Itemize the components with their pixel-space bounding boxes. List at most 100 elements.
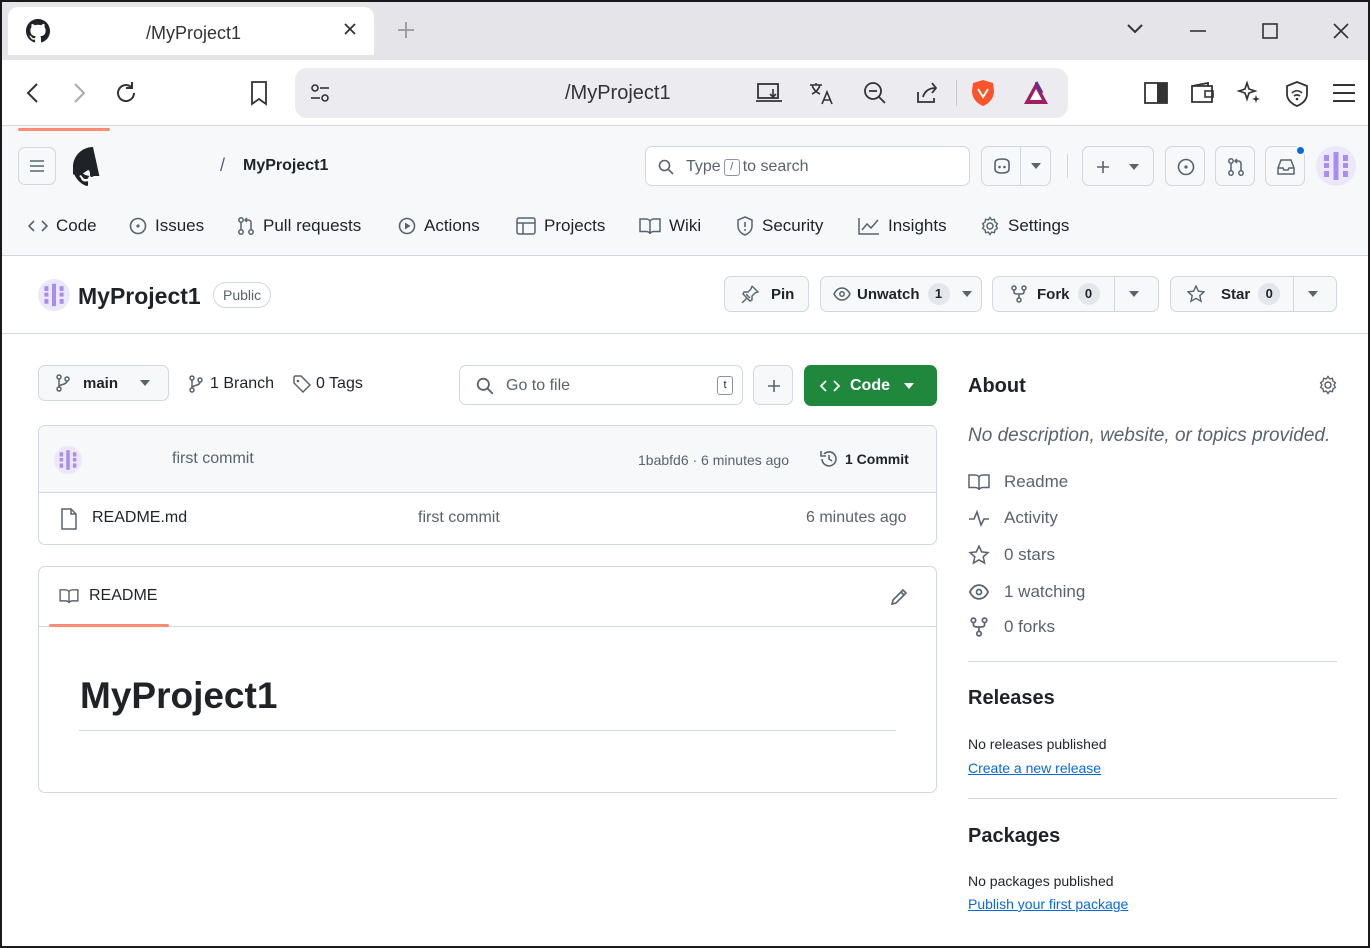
tab-projects[interactable]: Projects: [516, 216, 605, 236]
github-header: / MyProject1 Type / to search Code Issue…: [2, 126, 1368, 256]
fork-icon: [970, 617, 988, 637]
releases-heading[interactable]: Releases: [968, 687, 1055, 710]
copilot-button[interactable]: [981, 146, 1051, 186]
chevron-down-icon[interactable]: [1126, 22, 1144, 36]
issues-button[interactable]: [1165, 146, 1205, 186]
file-commit-message[interactable]: first commit: [418, 509, 500, 527]
about-stars-link[interactable]: 0 stars: [968, 545, 1055, 565]
install-app-icon[interactable]: [755, 81, 783, 105]
readme-tab-label: README: [89, 587, 158, 604]
issue-icon: [1177, 158, 1195, 176]
pull-request-icon: [238, 217, 254, 235]
about-readme-link[interactable]: Readme: [968, 472, 1068, 492]
breadcrumb-repo-link[interactable]: MyProject1: [243, 157, 328, 175]
tab-actions[interactable]: Actions: [398, 216, 480, 236]
about-forks-link[interactable]: 0 forks: [968, 617, 1055, 637]
tag-icon: [293, 375, 311, 393]
code-icon: [820, 379, 840, 392]
packages-heading[interactable]: Packages: [968, 825, 1060, 848]
menu-icon[interactable]: [1331, 82, 1357, 104]
fork-button[interactable]: Fork 0: [992, 276, 1159, 312]
copilot-divider: [1020, 147, 1021, 185]
tab-issues[interactable]: Issues: [129, 216, 204, 236]
close-tab-icon[interactable]: [342, 21, 358, 37]
code-dropdown-button[interactable]: Code: [804, 365, 937, 406]
pull-requests-button[interactable]: [1215, 146, 1255, 186]
star-divider: [1293, 277, 1295, 311]
identicon-icon: [44, 283, 64, 307]
create-new-button[interactable]: [1082, 146, 1154, 186]
unwatch-button[interactable]: Unwatch 1: [820, 276, 982, 312]
go-to-file-input[interactable]: Go to file t: [459, 365, 743, 405]
tab-code[interactable]: Code: [28, 216, 97, 236]
publish-package-link[interactable]: Publish your first package: [968, 896, 1128, 912]
tags-link[interactable]: 0 Tags: [293, 375, 363, 393]
star-button[interactable]: Star 0: [1170, 276, 1337, 312]
address-bar[interactable]: /MyProject1: [295, 68, 1068, 118]
repo-owner-avatar[interactable]: [38, 279, 70, 311]
new-tab-icon[interactable]: [396, 20, 416, 40]
gear-icon[interactable]: [1318, 375, 1338, 395]
tab-insights[interactable]: Insights: [858, 216, 947, 236]
sidebar-toggle-icon[interactable]: [1143, 81, 1169, 105]
maximize-icon[interactable]: [1261, 22, 1279, 40]
browser-tab[interactable]: /MyProject1: [8, 7, 374, 55]
latest-commit-row: first commit 1babfd6 · 6 minutes ago 1 C…: [39, 426, 936, 493]
edit-pencil-icon[interactable]: [889, 587, 909, 607]
leo-ai-icon[interactable]: [1236, 80, 1262, 106]
close-window-icon[interactable]: [1332, 22, 1350, 40]
brave-rewards-icon[interactable]: [1022, 80, 1050, 106]
table-row[interactable]: README.md first commit 6 minutes ago: [39, 493, 936, 544]
committer-avatar[interactable]: [54, 446, 82, 474]
readme-tab[interactable]: README: [59, 587, 157, 605]
open-global-nav-button[interactable]: [18, 147, 56, 185]
plus-icon: [768, 380, 780, 392]
site-settings-icon[interactable]: [309, 82, 331, 104]
branch-select-button[interactable]: main: [38, 365, 169, 401]
github-favicon-icon: [26, 19, 50, 43]
tab-strip: /MyProject1: [2, 2, 1368, 60]
shield-icon: [737, 216, 753, 236]
visibility-badge: Public: [213, 282, 272, 308]
tab-pull-requests[interactable]: Pull requests: [237, 216, 361, 236]
latest-commit-meta[interactable]: 1babfd6 · 6 minutes ago: [638, 452, 789, 468]
table-icon: [516, 217, 536, 235]
vpn-icon[interactable]: [1284, 80, 1310, 108]
about-activity-link[interactable]: Activity: [968, 508, 1058, 528]
translate-icon[interactable]: [808, 80, 834, 106]
file-name[interactable]: README.md: [92, 509, 187, 527]
github-logo-icon[interactable]: [73, 147, 113, 187]
avatar[interactable]: [1316, 146, 1356, 186]
url-text: /MyProject1: [565, 82, 671, 104]
identicon-icon: [1324, 152, 1348, 180]
repo-title[interactable]: MyProject1: [78, 283, 201, 310]
tab-settings[interactable]: Settings: [980, 216, 1069, 236]
pull-request-icon: [1228, 158, 1244, 176]
add-file-button[interactable]: [753, 365, 793, 405]
back-icon[interactable]: [22, 81, 44, 105]
tab-insights-label: Insights: [888, 216, 947, 235]
latest-commit-message[interactable]: first commit: [172, 450, 254, 468]
inbox-icon: [1277, 159, 1295, 175]
pulse-icon: [969, 509, 989, 527]
reload-icon[interactable]: [113, 80, 139, 106]
notification-dot: [1295, 145, 1306, 156]
bookmark-icon[interactable]: [248, 80, 270, 106]
zoom-out-icon[interactable]: [862, 80, 888, 106]
header-divider: [1067, 154, 1068, 178]
brave-shields-icon[interactable]: [970, 79, 996, 107]
pin-button[interactable]: Pin: [724, 276, 809, 312]
create-release-link[interactable]: Create a new release: [968, 760, 1101, 776]
commits-link[interactable]: 1 Commit: [819, 449, 909, 469]
wallet-icon[interactable]: [1189, 81, 1217, 105]
share-icon[interactable]: [914, 80, 940, 106]
tab-wiki[interactable]: Wiki: [639, 216, 701, 236]
forward-icon[interactable]: [68, 81, 90, 105]
search-input[interactable]: Type / to search: [645, 146, 970, 186]
about-watching-link[interactable]: 1 watching: [968, 582, 1085, 602]
branches-link[interactable]: 1 Branch: [188, 375, 274, 393]
minimize-icon[interactable]: [1189, 29, 1207, 33]
tab-security[interactable]: Security: [736, 216, 823, 236]
go-to-file-shortcut: t: [717, 376, 733, 395]
packages-empty-text: No packages published: [968, 873, 1114, 889]
